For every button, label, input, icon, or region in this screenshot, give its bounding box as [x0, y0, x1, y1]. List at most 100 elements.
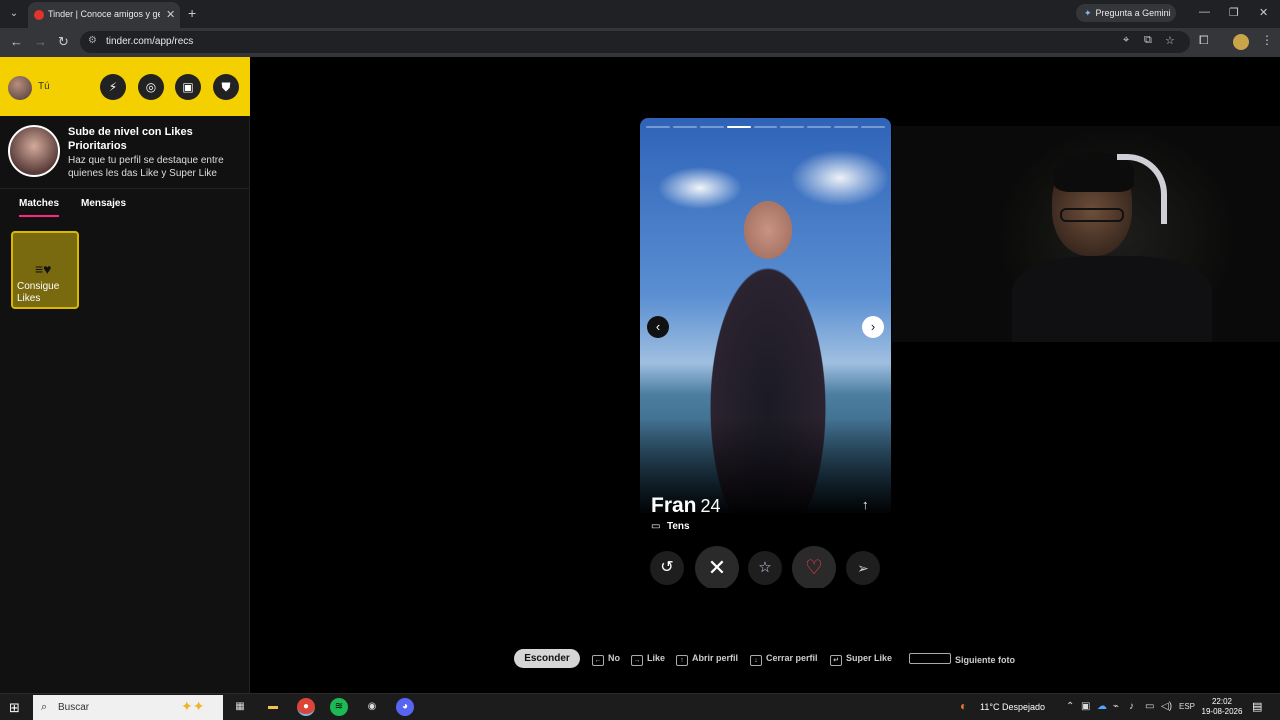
photo-progress-segment	[672, 126, 697, 128]
next-photo-icon[interactable]: ›	[862, 316, 884, 338]
sparkle-icon: ✦	[1084, 8, 1092, 18]
weather-icon[interactable]: ◐	[960, 699, 967, 713]
windows-start-icon[interactable]: ⊞	[9, 700, 20, 716]
get-likes-label: Consigue Likes	[17, 281, 60, 304]
volume-icon[interactable]: ◁)	[1161, 701, 1172, 712]
super-like-button[interactable]: ☆	[748, 551, 782, 585]
reload-icon[interactable]: ↻	[58, 34, 69, 50]
get-likes-card[interactable]: ≡♥ Consigue Likes	[11, 231, 79, 309]
boost-icon[interactable]: ⚡	[100, 74, 126, 100]
briefcase-icon[interactable]: ▣	[175, 74, 201, 100]
shortcut-close-profile: ↓ Cerrar perfil	[750, 653, 818, 666]
display-icon[interactable]: ▭	[1145, 701, 1154, 712]
shortcut-super-like: ↵ Super Like	[830, 653, 892, 666]
shortcut-label: Cerrar perfil	[766, 653, 818, 663]
notification-icon[interactable]: ▤	[1252, 700, 1262, 713]
url-text[interactable]: tinder.com/app/recs	[106, 36, 193, 47]
task-view-icon[interactable]: ▦	[231, 698, 249, 716]
shield-icon[interactable]: ⛊	[213, 74, 239, 100]
language-indicator[interactable]: ESP	[1179, 702, 1195, 711]
address-bar[interactable]: ⚙ tinder.com/app/recs ⌖ ⧉ ☆	[80, 31, 1190, 53]
my-profile-label[interactable]: Tú	[38, 81, 50, 92]
system-clock[interactable]: 22:02 19-08-2026	[1200, 697, 1244, 717]
shortcut-label: Abrir perfil	[692, 653, 739, 663]
back-icon[interactable]: ←	[10, 34, 23, 49]
browser-profile-avatar[interactable]	[1233, 34, 1249, 50]
forward-icon[interactable]: →	[34, 34, 47, 49]
weather-text[interactable]: 11°C Despejado	[980, 702, 1045, 712]
browser-tabbar: ⌄ Tinder | Conoce amigos y gente ✕ + ✦Pr…	[0, 0, 1280, 28]
photo-progress-segment	[807, 126, 832, 128]
tab-matches[interactable]: Matches	[19, 198, 60, 217]
chevron-up-icon[interactable]: ⌃	[1066, 701, 1074, 712]
bookmark-star-icon[interactable]: ☆	[1165, 34, 1175, 47]
plus-icon[interactable]: +	[188, 5, 196, 21]
maximize-icon[interactable]: ❐	[1229, 6, 1239, 19]
tab-title: Tinder | Conoce amigos y gente	[48, 9, 160, 19]
previous-photo-icon[interactable]: ‹	[647, 316, 669, 338]
photo-progress-bars	[646, 126, 886, 129]
photo-progress-segment	[780, 126, 805, 128]
open-profile-arrow-icon[interactable]: ↑	[862, 497, 869, 512]
gemini-button[interactable]: ✦ Pregunta a Gemini	[1076, 4, 1176, 22]
left-arrow-key-icon: ←	[592, 655, 604, 666]
spotify-icon[interactable]: ≋	[330, 698, 348, 716]
avatar[interactable]	[8, 76, 32, 100]
install-icon[interactable]: ⧉	[1144, 34, 1152, 47]
tinder-favicon-icon	[34, 10, 44, 20]
onedrive-icon[interactable]: ☁	[1097, 701, 1107, 712]
browser-toolbar: ← → ↻ ⚙ tinder.com/app/recs ⌖ ⧉ ☆ ⧠ ⋮	[0, 28, 1280, 57]
profile-card[interactable]: ‹ › Fran 24 ▭ Tens ↑ ↺ ✕ ☆ ♡ ➢	[640, 118, 891, 588]
photo-progress-segment	[753, 126, 778, 128]
site-info-icon[interactable]: ⚙	[88, 35, 97, 46]
tab-messages[interactable]: Mensajes	[81, 198, 126, 209]
like-button[interactable]: ♡	[792, 546, 836, 588]
heart-speed-icon: ≡♥	[35, 261, 52, 277]
discord-icon[interactable]: ◕	[396, 698, 414, 716]
hide-shortcuts-button[interactable]: Esconder	[514, 649, 580, 668]
boost-send-button[interactable]: ➢	[846, 551, 880, 585]
taskbar-search-box[interactable]: ⌕ Buscar ✦✦	[33, 695, 223, 720]
minimize-icon[interactable]: —	[1199, 6, 1210, 18]
tray-app-icon[interactable]: ▣	[1081, 701, 1090, 712]
send-icon: ➢	[857, 560, 869, 576]
profile-age: 24	[700, 496, 721, 516]
rewind-button[interactable]: ↺	[650, 551, 684, 585]
right-arrow-key-icon: →	[631, 655, 643, 666]
search-icon: ⌕	[41, 701, 48, 713]
shortcut-label: Siguiente foto	[955, 655, 1015, 665]
promo-title: Sube de nivel con Likes Prioritarios	[68, 126, 193, 152]
network-off-icon[interactable]: ⌁	[1113, 701, 1119, 712]
tab-list-icon[interactable]: ⌄	[6, 6, 22, 22]
browser-tab-tinder[interactable]: Tinder | Conoce amigos y gente ✕	[28, 2, 180, 28]
gemini-label: Pregunta a Gemini	[1095, 8, 1171, 18]
priority-likes-promo[interactable]: Sube de nivel con Likes Prioritarios Haz…	[0, 116, 250, 189]
chrome-icon[interactable]: ●	[297, 698, 315, 716]
profile-job: Tens	[667, 521, 690, 532]
window-close-icon[interactable]: ✕	[1259, 6, 1268, 19]
promo-avatar	[8, 125, 60, 177]
sidebar-header: Tú ⚡ ◎ ▣ ⛊	[0, 57, 250, 116]
menu-icon[interactable]: ⋮	[1261, 33, 1273, 47]
space-key-icon	[909, 653, 951, 664]
close-icon[interactable]: ✕	[166, 8, 175, 21]
explore-icon[interactable]: ◎	[138, 74, 164, 100]
file-explorer-icon[interactable]: ▬	[264, 698, 282, 716]
microphone-icon[interactable]: ♪	[1129, 701, 1134, 712]
nope-button[interactable]: ✕	[695, 546, 739, 588]
profile-name-text: Fran	[651, 494, 697, 517]
enter-key-icon: ↵	[830, 655, 842, 666]
windows-taskbar: ⊞ ⌕ Buscar ✦✦ ▦ ▬ ● ≋ ◉ ◕ ◐ 11°C Despeja…	[0, 693, 1280, 720]
briefcase-icon: ▭	[651, 521, 661, 532]
star-icon: ☆	[758, 559, 772, 576]
close-icon: ✕	[707, 555, 727, 580]
obs-icon[interactable]: ◉	[363, 698, 381, 716]
extensions-icon[interactable]: ⧠	[1199, 33, 1209, 48]
shortcut-nope: ← No	[592, 653, 620, 666]
location-icon[interactable]: ⌖	[1123, 34, 1129, 47]
photo-progress-segment	[726, 126, 751, 128]
search-highlight-icon: ✦✦	[181, 698, 205, 714]
webcam-person-glasses	[1060, 208, 1124, 222]
clock-date: 19-08-2026	[1201, 707, 1243, 716]
shortcut-like: → Like	[631, 653, 665, 666]
